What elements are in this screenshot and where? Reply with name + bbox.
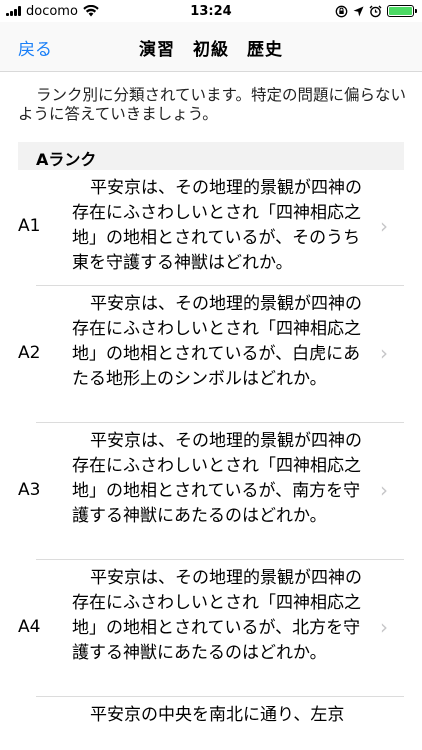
question-text: 平安京は、その地理的景観が四神の存在にふさわしいとされ「四神相応之地」の地相とさ… <box>72 178 362 273</box>
section-header: Aランク <box>18 142 404 170</box>
intro-text: ランク別に分類されています。特定の問題に偏らないように答えていきましょう。 <box>18 86 406 123</box>
question-row[interactable]: A3 平安京は、その地理的景観が四神の存在にふさわしいとされ「四神相応之地」の地… <box>0 423 422 560</box>
location-icon <box>353 6 364 16</box>
question-id: A3 <box>18 480 41 500</box>
signal-icon <box>6 6 21 16</box>
navigation-bar: 戻る 演習 初級 歴史 <box>0 22 422 72</box>
carrier-name: docomo <box>26 3 78 19</box>
question-id: A2 <box>18 343 41 363</box>
chevron-right-icon: › <box>380 615 388 639</box>
question-text: 平安京は、その地理的景観が四神の存在にふさわしいとされ「四神相応之地」の地相とさ… <box>72 294 362 389</box>
page-title: 演習 初級 歴史 <box>139 40 283 60</box>
question-list: A1 平安京は、その地理的景観が四神の存在にふさわしいとされ「四神相応之地」の地… <box>0 170 422 737</box>
wifi-icon <box>83 5 99 17</box>
chevron-right-icon: › <box>380 478 388 502</box>
battery-level <box>389 7 412 15</box>
question-id: A1 <box>18 216 41 236</box>
question-text: 平安京は、その地理的景観が四神の存在にふさわしいとされ「四神相応之地」の地相とさ… <box>72 431 362 526</box>
question-row[interactable]: A1 平安京は、その地理的景観が四神の存在にふさわしいとされ「四神相応之地」の地… <box>0 170 422 286</box>
status-bar: docomo 13:24 <box>0 0 422 22</box>
question-row[interactable]: A2 平安京は、その地理的景観が四神の存在にふさわしいとされ「四神相応之地」の地… <box>0 286 422 423</box>
status-left: docomo <box>6 4 99 19</box>
alarm-icon <box>369 5 382 17</box>
question-row[interactable]: 平安京の中央を南北に通り、左京 <box>0 697 422 737</box>
status-right <box>335 5 417 18</box>
battery-icon <box>387 5 417 17</box>
chevron-right-icon: › <box>380 341 388 365</box>
question-row[interactable]: A4 平安京は、その地理的景観が四神の存在にふさわしいとされ「四神相応之地」の地… <box>0 560 422 697</box>
question-text: 平安京は、その地理的景観が四神の存在にふさわしいとされ「四神相応之地」の地相とさ… <box>72 568 362 663</box>
chevron-right-icon: › <box>380 214 388 238</box>
section-title: Aランク <box>36 150 97 169</box>
rotation-lock-icon <box>335 5 348 17</box>
question-id: A4 <box>18 617 41 637</box>
question-text: 平安京の中央を南北に通り、左京 <box>90 705 345 725</box>
